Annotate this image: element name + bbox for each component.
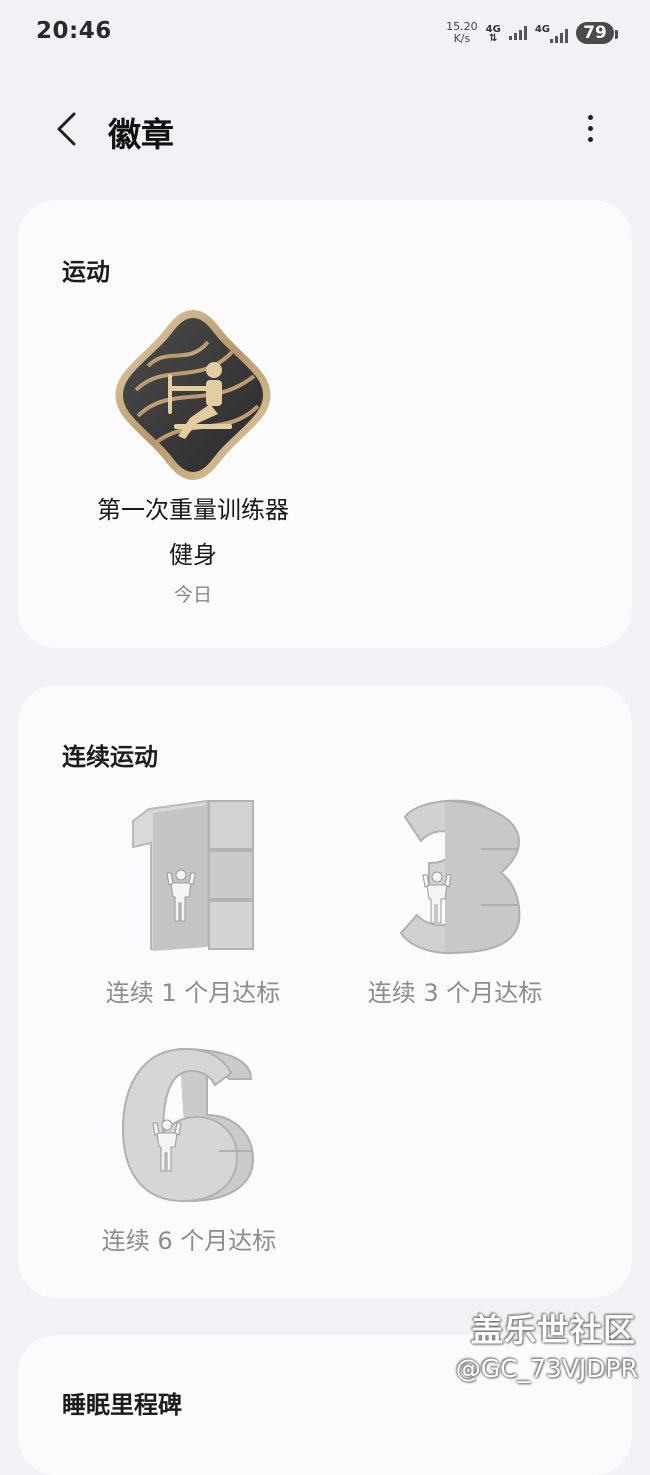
badge-name: 第一次重量训练器: [97, 496, 289, 524]
section-title: 连续运动: [62, 743, 158, 771]
locked-numeral-3-badge-icon: [340, 797, 570, 957]
data-arrows-icon: ⇅: [489, 32, 498, 44]
badge-name: 连续 1 个月达标: [105, 979, 281, 1007]
chevron-left-icon: [57, 112, 76, 146]
badge-streak-3-month[interactable]: 连续 3 个月达标: [340, 797, 570, 1016]
battery-icon: 79: [576, 22, 618, 44]
more-options-button[interactable]: [578, 108, 602, 148]
sport-badges-card: 运动 第一次重量训练器 健身 今日: [18, 200, 632, 648]
sim1-indicator: 4G ⇅: [485, 23, 501, 44]
signal-icon: [508, 26, 527, 40]
page-title: 徽章: [108, 115, 174, 154]
badge-streak-6-month[interactable]: 连续 6 个月达标: [74, 1045, 304, 1264]
badge-date: 今日: [173, 584, 212, 606]
network-speed: 15.20 K/s: [446, 20, 478, 45]
section-title: 睡眠里程碑: [62, 1391, 182, 1419]
badge-name: 连续 6 个月达标: [101, 1227, 277, 1255]
status-bar: 20:46 15.20 K/s 4G ⇅ 4G 79: [0, 0, 650, 66]
watermark-site: 盖乐世社区: [470, 1311, 636, 1349]
watermark-user: @GC_73VJDPR: [455, 1354, 638, 1383]
badge-first-weight-machine[interactable]: 第一次重量训练器 健身 今日: [78, 306, 308, 607]
status-time: 20:46: [36, 18, 112, 44]
streak-badges-card: 连续运动 连续 1 个月达标 连续 3 个月达标 连续 6 个月达标: [18, 685, 632, 1298]
more-vertical-icon: [587, 114, 593, 120]
back-button[interactable]: [44, 104, 88, 154]
signal-icon-2: [550, 28, 568, 43]
rowing-machine-badge-icon: [78, 306, 308, 484]
locked-numeral-1-badge-icon: [78, 797, 308, 957]
section-title: 运动: [62, 258, 110, 286]
locked-numeral-6-badge-icon: [74, 1045, 304, 1205]
sim2-indicator: 4G: [535, 24, 568, 43]
badge-name-line2: 健身: [169, 541, 217, 569]
badge-streak-1-month[interactable]: 连续 1 个月达标: [78, 797, 308, 1016]
status-icons: 15.20 K/s 4G ⇅ 4G 79: [446, 18, 618, 48]
badge-name: 连续 3 个月达标: [367, 979, 543, 1007]
